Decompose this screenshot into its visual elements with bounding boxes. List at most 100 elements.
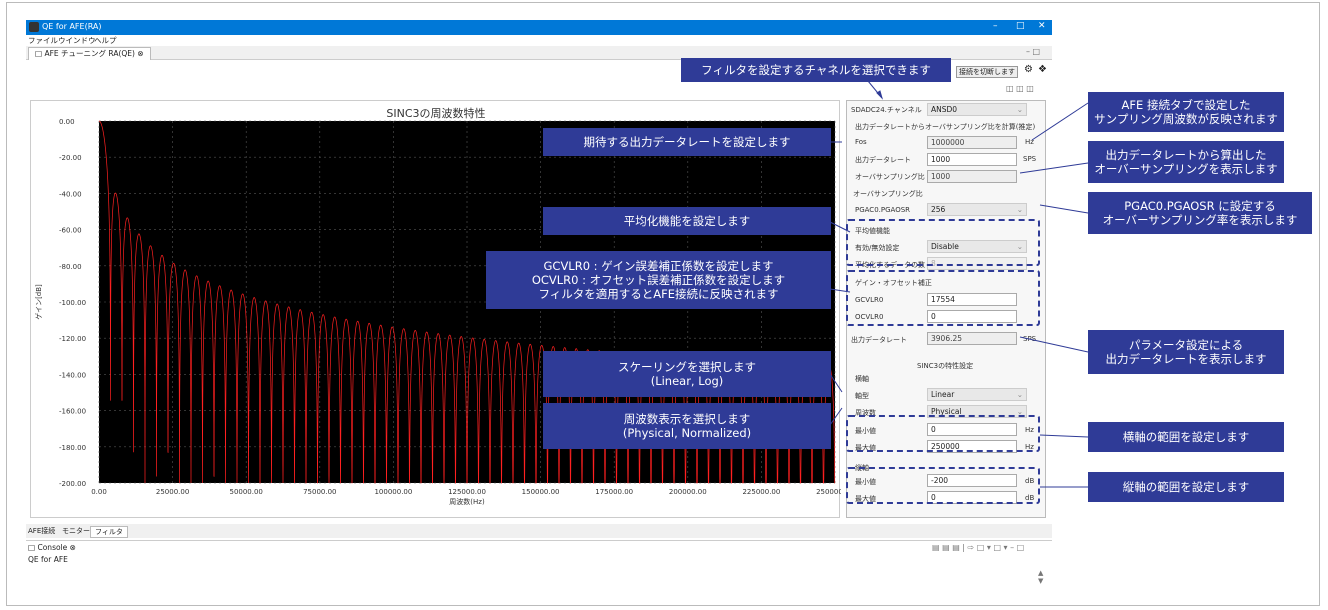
sinc-settings-title: SINC3の特性設定 [917,362,974,370]
callout-channel-text: フィルタを設定するチャネルを選択できます [701,63,931,77]
sdadc-channel-value: ANSD0 [931,105,958,114]
disconnect-button[interactable]: 接続を切断します [956,66,1018,78]
chevron-down-icon: ⌄ [1016,205,1023,214]
window-titlebar: QE for AFE(RA) – □ ✕ [26,20,1052,35]
y-tick-label: -140.00 [59,371,86,379]
pga-label: PGAC0.PGAOSR [855,206,911,214]
axis-type-select[interactable]: Linear ⌄ [927,388,1027,401]
filter-chart-panel: SINC3の周波数特性 0.00 -20.00 -40.00 -60.00 -80.00… [30,100,841,518]
callout-channel: フィルタを設定するチャネルを選択できます [681,58,951,82]
callout-h-range: 横軸の範囲を設定します [1088,422,1284,452]
close-icon[interactable]: ✕ [1038,21,1046,31]
callout-afe-fos-text: AFE 接続タブで設定した サンプリング周波数が反映されます [1094,98,1278,126]
pga-osr-value: 256 [931,205,946,214]
callout-osr-calc: 出力データレートから算出した オーバーサンプリングを表示します [1088,141,1284,183]
menu-file[interactable]: ファイル [28,35,58,46]
maximize-icon[interactable]: □ [1016,21,1025,31]
console-tab[interactable]: □ Console ⊗ [28,543,76,552]
menu-bar: ファイル ウインドウ ヘルプ [26,35,1052,46]
osr-field: 1000 [927,170,1017,183]
callout-v-range: 縦軸の範囲を設定します [1088,472,1284,502]
callout-osr-calc-text: 出力データレートから算出した オーバーサンプリングを表示します [1094,148,1278,176]
y-tick-label: 0.00 [59,118,75,126]
x-axis-label: 周波数(Hz) [449,497,485,506]
console-panel: □ Console ⊗ QE for AFE ▤ ▤ ▤ | ⇨ □ ▾ □ ▾… [26,540,1052,598]
fos-label: Fos [855,138,867,146]
y-tick-label: -80.00 [59,263,82,271]
y-axis-label: ゲイン[dB] [34,284,43,320]
sdadc-channel-select[interactable]: ANSD0 ⌄ [927,103,1027,116]
x-tick-label: 150000.00 [522,488,560,496]
y-tick-label: -200.00 [59,480,86,488]
y-tick-label: -20.00 [59,154,82,162]
layout-icons[interactable]: ◫ ◫ ◫ [1006,84,1034,93]
tab-afe-tuning[interactable]: □ AFE チューニング RA(QE) ⊗ [28,47,151,60]
axis-type-label: 軸型 [855,392,869,400]
x-tick-label: 200000.00 [669,488,707,496]
fos-unit: Hz [1025,138,1034,146]
y-tick-label: -40.00 [59,190,82,198]
v-range-highlight-box [846,467,1040,504]
callout-avg-text: 平均化機能を設定します [623,214,751,228]
x-tick-label: 225000.00 [742,488,780,496]
callout-afe-fos: AFE 接続タブで設定した サンプリング周波数が反映されます [1088,92,1284,132]
console-text: QE for AFE [28,555,68,564]
x-tick-label: 25000.00 [156,488,189,496]
help-icon[interactable]: ❖ [1038,64,1047,75]
x-tick-label: 75000.00 [303,488,336,496]
tab-monitor[interactable]: モニター [62,526,90,536]
x-tick-label: 100000.00 [374,488,412,496]
minimize-icon[interactable]: – [993,21,998,31]
output-rate-input[interactable]: 1000 [927,153,1017,166]
callout-gain-text: GCVLR0 : ゲイン誤差補正係数を設定します OCVLR0 : オフセット誤… [531,259,786,301]
callout-scale: スケーリングを選択します (Linear, Log) [543,351,831,397]
tab-afe-connect[interactable]: AFE接続 [28,526,55,536]
callout-rate-text: 期待する出力データレートを設定します [583,135,791,149]
callout-gain: GCVLR0 : ゲイン誤差補正係数を設定します OCVLR0 : オフセット誤… [486,251,831,309]
callout-h-range-text: 横軸の範囲を設定します [1122,430,1250,444]
tab-afe-tuning-label: AFE チューニング RA(QE) [44,49,135,58]
menu-help[interactable]: ヘルプ [94,35,117,46]
console-toolbar-icons[interactable]: ▤ ▤ ▤ | ⇨ □ ▾ □ ▾ – □ [932,543,1024,552]
callout-rate: 期待する出力データレートを設定します [543,128,831,156]
out-rate-unit: SPS [1023,335,1037,343]
h-axis-section-label: 横軸 [855,375,869,383]
frequency-chart: 0.00 -20.00 -40.00 -60.00 -80.00 -100.00 -120.… [34,118,841,506]
callout-freq: 周波数表示を選択します (Physical, Normalized) [543,403,831,449]
scroll-arrows-icon[interactable]: ▲ ▼ [1038,569,1043,585]
y-tick-label: -60.00 [59,227,82,235]
out-rate-label: 出力データレート [851,336,907,344]
rate-unit: SPS [1023,155,1037,163]
sdadc-label: SDADC24.チャンネル [851,106,922,114]
settings-gear-icon[interactable]: ⚙ [1024,64,1033,75]
y-tick-label: -100.00 [59,299,86,307]
axis-type-value: Linear [931,390,955,399]
out-rate-field: 3906.25 [927,332,1017,345]
chevron-down-icon: ⌄ [1016,105,1023,114]
y-tick-label: -180.00 [59,444,86,452]
chevron-down-icon: ⌄ [1016,390,1023,399]
callout-v-range-text: 縦軸の範囲を設定します [1122,480,1250,494]
bottom-tab-bar: AFE接続 モニター フィルタ [26,524,1052,538]
x-tick-label: 250000.00 [816,488,841,496]
tab-filter[interactable]: フィルタ [90,526,128,538]
callout-param: パラメータ設定による 出力データレートを表示します [1088,330,1284,374]
avg-highlight-box [846,219,1040,266]
callout-param-text: パラメータ設定による 出力データレートを表示します [1105,338,1267,366]
disconnect-button-label: 接続を切断します [959,68,1015,76]
pga-osr-select: 256 ⌄ [927,203,1027,216]
osr-label: オーバサンプリング比 [855,173,925,181]
callout-avg: 平均化機能を設定します [543,207,831,235]
menu-window[interactable]: ウインドウ [58,35,96,46]
osr-section-label: オーバサンプリング比 [853,190,923,198]
callout-pga-text: PGAC0.PGAOSR に設定する オーバーサンプリング率を表示します [1102,199,1298,227]
view-minimize-icon[interactable]: – □ [1026,47,1040,56]
x-tick-label: 0.00 [91,488,107,496]
console-tab-label: Console [37,543,68,552]
h-range-highlight-box [846,415,1040,452]
callout-pga: PGAC0.PGAOSR に設定する オーバーサンプリング率を表示します [1088,192,1312,234]
gain-highlight-box [846,270,1040,326]
fos-field: 1000000 [927,136,1017,149]
app-logo-icon [29,22,39,32]
x-tick-label: 175000.00 [595,488,633,496]
